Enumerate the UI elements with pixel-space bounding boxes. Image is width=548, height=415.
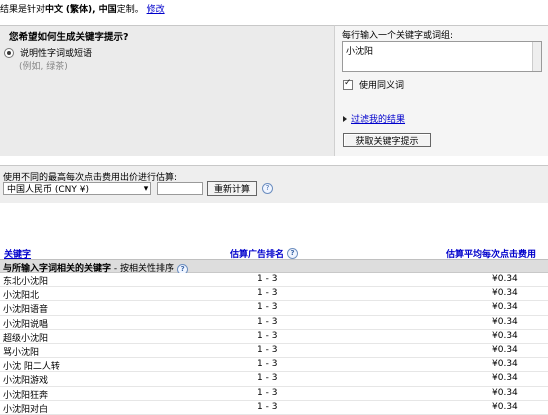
generation-method-panel: 您希望如何生成关键字提示? 说明性字词或短语 (例如, 绿茶) <box>0 25 334 156</box>
keyword-cell: 小沈阳语音 <box>3 305 49 316</box>
table-row[interactable]: 骂小沈阳 1 - 3 ¥0.34 <box>0 343 548 359</box>
get-keyword-ideas-button[interactable]: 获取关键字提示 <box>343 133 431 147</box>
locale-variant: (繁体), 中国 <box>65 5 117 15</box>
synonyms-label: 使用同义词 <box>359 81 405 91</box>
keyword-cell: 东北小沈阳 <box>3 277 49 287</box>
table-row[interactable]: 小沈阳对白 1 - 3 ¥0.34 <box>0 400 548 415</box>
keyword-cell: 小沈阳狂奔 <box>3 390 49 401</box>
keyword-cell: 小沈阳游戏 <box>3 376 49 387</box>
table-row[interactable]: 东北小沈阳 1 - 3 ¥0.34 <box>0 273 548 288</box>
recalculate-button[interactable]: 重新计算 <box>207 181 257 196</box>
keywords-textarea[interactable]: 小沈阳 <box>342 41 542 72</box>
cpc-cell: ¥0.34 <box>492 387 518 398</box>
currency-select[interactable]: 中国人民币 (CNY ¥) ▾ <box>3 182 151 195</box>
rank-cell: 1 - 3 <box>257 373 278 384</box>
keyword-cell: 小沈阳北 <box>3 291 40 302</box>
column-keyword[interactable]: 关键字 <box>4 247 31 260</box>
help-icon[interactable]: ? <box>262 183 273 194</box>
results-table-header: 关键字 估算广告排名 ? 估算平均每次点击费用 <box>0 246 548 260</box>
rank-cell: 1 - 3 <box>257 274 278 284</box>
rank-cell: 1 - 3 <box>257 316 278 327</box>
keyword-cell: 小沈 阳二人转 <box>3 362 60 373</box>
currency-value: 中国人民币 (CNY ¥) <box>7 185 89 195</box>
descriptive-option[interactable]: 说明性字词或短语 <box>4 46 92 59</box>
triangle-right-icon <box>343 115 347 122</box>
table-row[interactable]: 小沈阳语音 1 - 3 ¥0.34 <box>0 301 548 316</box>
keyword-cell: 小沈阳对白 <box>3 404 49 415</box>
table-row[interactable]: 小沈阳狂奔 1 - 3 ¥0.34 <box>0 386 548 401</box>
keywords-value: 小沈阳 <box>346 47 374 57</box>
rank-cell: 1 - 3 <box>257 302 278 313</box>
keywords-scrollbar[interactable] <box>532 42 541 71</box>
synonyms-option[interactable]: 使用同义词 <box>343 78 404 91</box>
checkbox-checked-icon[interactable] <box>343 78 353 90</box>
keywords-panel: 每行输入一个关键字或词组: 小沈阳 使用同义词 过滤我的结果 获取关键字提示 <box>334 25 548 156</box>
rank-cell: 1 - 3 <box>257 344 278 355</box>
column-rank[interactable]: 估算广告排名 <box>230 247 284 260</box>
radio-selected-icon[interactable] <box>4 47 14 58</box>
cpc-cell: ¥0.34 <box>492 401 518 412</box>
max-cpc-input[interactable] <box>157 182 203 195</box>
cpc-cell: ¥0.34 <box>492 330 518 341</box>
dropdown-arrow-icon: ▾ <box>143 183 149 194</box>
table-row[interactable]: 小沈阳北 1 - 3 ¥0.34 <box>0 287 548 302</box>
column-cpc[interactable]: 估算平均每次点击费用 <box>446 247 536 260</box>
results-rows: 东北小沈阳 1 - 3 ¥0.34 小沈阳北 1 - 3 ¥0.34 小沈阳语音 1 - 3 ¥… <box>0 273 548 415</box>
cpc-cell: ¥0.34 <box>492 302 518 313</box>
help-icon[interactable]: ? <box>287 248 299 259</box>
cpc-cell: ¥0.34 <box>492 344 518 355</box>
cpc-estimate-section: 使用不同的最高每次点击费用出价进行估算: 中国人民币 (CNY ¥) ▾ 重新计… <box>0 165 548 203</box>
descriptive-option-example: (例如, 绿茶) <box>19 62 68 72</box>
locale-line: 结果是针对中文 (繁体), 中国定制。 修改 <box>0 2 165 15</box>
keyword-cell: 小沈阳说唱 <box>3 319 49 330</box>
table-row[interactable]: 超级小沈阳 1 - 3 ¥0.34 <box>0 329 548 344</box>
keyword-cell: 超级小沈阳 <box>3 333 49 344</box>
related-keywords-section-row: 与所输入字词相关的关键字 - 按相关性排序 ? <box>0 260 548 275</box>
cpc-cell: ¥0.34 <box>492 274 518 284</box>
table-row[interactable]: 小沈阳游戏 1 - 3 ¥0.34 <box>0 372 548 387</box>
filter-results-toggle[interactable]: 过滤我的结果 <box>343 112 405 125</box>
rank-cell: 1 - 3 <box>257 359 278 370</box>
table-row[interactable]: 小沈阳说唱 1 - 3 ¥0.34 <box>0 315 548 330</box>
keywords-label: 每行输入一个关键字或词组: <box>342 31 454 41</box>
locale-suffix: 定制。 <box>116 5 144 15</box>
cpc-cell: ¥0.34 <box>492 359 518 370</box>
cpc-cell: ¥0.34 <box>492 373 518 384</box>
cpc-cell: ¥0.34 <box>492 316 518 327</box>
keyword-cell: 骂小沈阳 <box>3 347 40 358</box>
table-row[interactable]: 小沈 阳二人转 1 - 3 ¥0.34 <box>0 358 548 373</box>
locale-language: 中文 <box>45 5 64 15</box>
locale-prefix: 结果是针对 <box>0 5 46 15</box>
rank-cell: 1 - 3 <box>257 401 278 412</box>
cpc-cell: ¥0.34 <box>492 288 518 299</box>
descriptive-option-label: 说明性字词或短语 <box>20 49 93 59</box>
column-rank-wrap: 估算广告排名 ? <box>230 247 299 260</box>
rank-cell: 1 - 3 <box>257 330 278 341</box>
rank-cell: 1 - 3 <box>257 387 278 398</box>
generation-method-title: 您希望如何生成关键字提示? <box>9 32 129 43</box>
rank-cell: 1 - 3 <box>257 288 278 299</box>
edit-locale-link[interactable]: 修改 <box>147 5 165 15</box>
filter-results-link[interactable]: 过滤我的结果 <box>351 112 405 125</box>
